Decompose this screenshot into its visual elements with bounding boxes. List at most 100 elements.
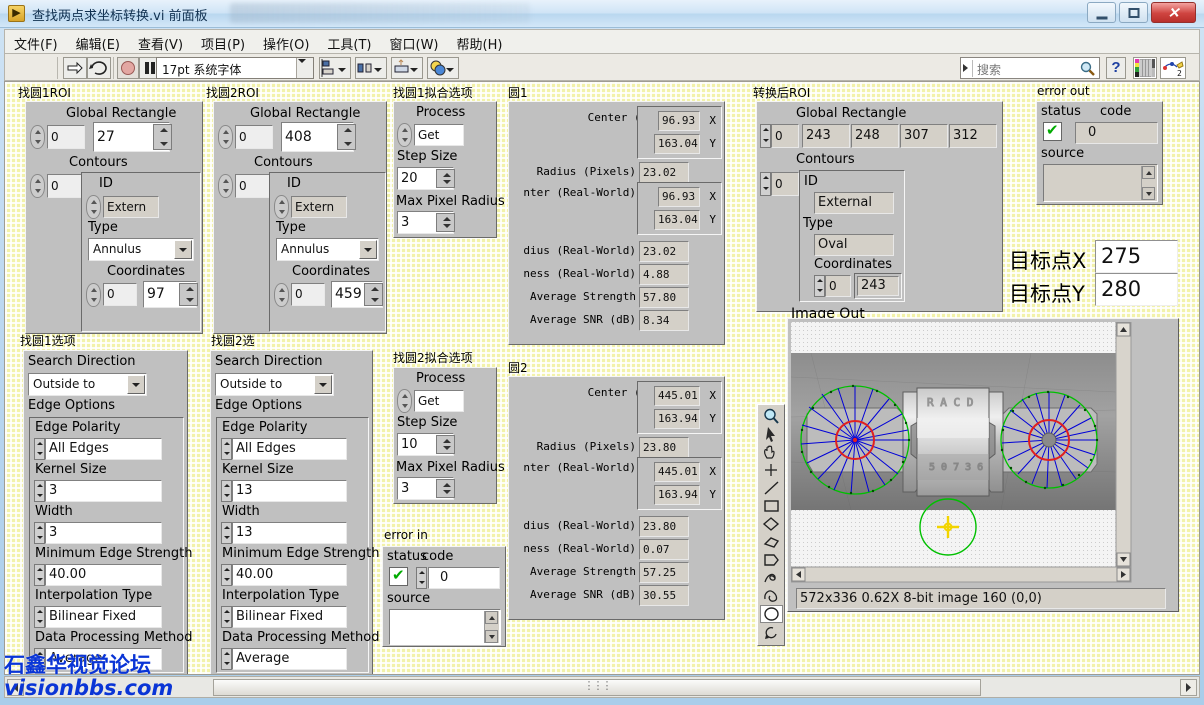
chevron-down-icon[interactable] [127,375,145,394]
reorder-objects-icon[interactable] [427,57,459,79]
zoom-icon[interactable] [760,407,783,425]
menu-item-window[interactable]: 窗口(W) [381,30,448,54]
roi2-contours-index[interactable]: 0 [235,174,273,198]
fit2-process-spinner[interactable] [397,389,412,413]
error-in-code-spinner[interactable] [416,567,427,589]
line-icon[interactable] [760,479,783,497]
point-icon[interactable] [760,461,783,479]
opt1-edge-polarity-value[interactable]: All Edges [45,438,162,460]
green-check-icon[interactable] [389,567,408,586]
fit1-process-spinner[interactable] [397,123,412,147]
roi1-contours-index[interactable]: 0 [47,174,85,198]
cursor-icon[interactable] [760,425,783,443]
opt1-kernel-size-spinner[interactable] [34,480,45,502]
error-out-source-scrollbar[interactable] [1141,166,1156,200]
close-button[interactable]: ✕ [1151,2,1196,23]
roi2-gr-index[interactable]: 0 [235,125,273,149]
roi2-contours-index-spinner[interactable] [218,174,233,198]
opt2-edge-polarity-value[interactable]: All Edges [232,438,347,460]
roi1-coord-index[interactable]: 0 [103,283,137,306]
oval-icon[interactable] [760,605,783,623]
roi2-type-combo[interactable]: Annulus [276,238,379,261]
run-arrow-icon[interactable] [63,57,87,79]
rotated-rect-icon[interactable] [760,515,783,533]
opt2-kernel-size-spinner[interactable] [221,480,232,502]
opt2-min-edge-strength-spinner[interactable] [221,564,232,586]
opt2-interpolation-spinner[interactable] [221,606,232,628]
roi2-coord-stepper[interactable] [364,283,383,306]
error-in-source-scrollbar[interactable] [484,611,499,643]
error-in-source-box[interactable] [389,609,501,645]
opt1-interpolation-value[interactable]: Bilinear Fixed [45,606,162,628]
polygon-icon[interactable] [760,533,783,551]
distribute-objects-icon[interactable] [355,57,387,79]
roi2-gr-index-spinner[interactable] [218,125,233,149]
menu-item-operate[interactable]: 操作(O) [254,30,318,54]
image-canvas[interactable]: R A C D 5 0 7 3 6 [791,322,1179,612]
rotation-icon[interactable] [760,623,783,641]
align-objects-icon[interactable] [319,57,351,79]
search-dropdown-icon[interactable] [963,64,968,72]
chevron-down-icon[interactable] [314,375,332,394]
roi1-id-value[interactable]: Extern [103,196,159,218]
opt2-data-processing-value[interactable]: Average [232,648,347,670]
chevron-down-icon[interactable] [359,240,377,259]
freehand-icon[interactable] [760,569,783,587]
fit2-step-size-stepper[interactable] [436,435,455,454]
cr-gr-index-spinner[interactable] [760,124,771,148]
search-input[interactable]: 搜索 [960,57,1100,79]
chevron-down-icon[interactable] [296,58,313,78]
broken-line-icon[interactable] [760,551,783,569]
opt2-data-processing-spinner[interactable] [221,648,232,670]
abort-stop-icon[interactable] [117,57,139,79]
menu-item-project[interactable]: 项目(P) [192,30,254,54]
chevron-down-icon[interactable] [174,240,192,259]
target-y-value[interactable]: 280 [1095,273,1178,306]
opt1-edge-polarity-spinner[interactable] [34,438,45,460]
minimize-button[interactable] [1087,2,1116,23]
fit2-max-radius-stepper[interactable] [436,479,455,498]
opt2-edge-polarity-spinner[interactable] [221,438,232,460]
opt2-search-direction-combo[interactable]: Outside to [215,373,334,396]
roi2-id-spinner[interactable] [274,195,289,219]
panel-horizontal-scrollbar[interactable] [4,676,1200,698]
annulus-icon[interactable] [760,587,783,605]
opt1-min-edge-strength-spinner[interactable] [34,564,45,586]
roi1-gr-index[interactable]: 0 [47,125,85,149]
roi1-gr-stepper[interactable] [153,124,172,150]
image-out-display[interactable]: R A C D 5 0 7 3 6 [787,318,1179,612]
opt2-width-spinner[interactable] [221,522,232,544]
roi1-contours-index-spinner[interactable] [30,174,45,198]
connector-pane-icon[interactable]: 2 [1160,57,1186,79]
fit1-max-radius-stepper[interactable] [436,213,455,232]
menu-item-help[interactable]: 帮助(H) [448,30,512,54]
fit2-process-value[interactable]: Get [414,390,464,412]
fit1-process-value[interactable]: Get [414,124,464,146]
help-button[interactable]: ? [1106,57,1126,79]
pan-hand-icon[interactable] [760,443,783,461]
opt1-min-edge-strength-value[interactable]: 40.00 [45,564,162,586]
menu-item-file[interactable]: 文件(F) [5,30,67,54]
menu-item-tools[interactable]: 工具(T) [318,30,380,54]
roi1-coord-spinner[interactable] [86,283,101,307]
roi1-gr-index-spinner[interactable] [30,125,45,149]
opt2-interpolation-value[interactable]: Bilinear Fixed [232,606,347,628]
run-continuous-icon[interactable] [87,57,111,79]
opt1-interpolation-spinner[interactable] [34,606,45,628]
opt2-width-value[interactable]: 13 [232,522,347,544]
opt1-kernel-size-value[interactable]: 3 [45,480,162,502]
cr-contours-index-spinner[interactable] [760,172,771,196]
roi1-id-spinner[interactable] [86,195,101,219]
scroll-right-icon[interactable] [1180,679,1197,696]
fit1-step-size-stepper[interactable] [436,169,455,188]
menu-item-edit[interactable]: 编辑(E) [67,30,129,54]
opt2-min-edge-strength-value[interactable]: 40.00 [232,564,347,586]
error-in-code-value[interactable]: 0 [428,567,500,589]
font-selector[interactable]: 17pt 系统字体 [156,57,314,79]
roi2-gr-stepper[interactable] [337,124,356,150]
roi2-coord-spinner[interactable] [274,283,289,307]
roi1-type-combo[interactable]: Annulus [88,238,194,261]
opt1-width-spinner[interactable] [34,522,45,544]
opt2-kernel-size-value[interactable]: 13 [232,480,347,502]
scrollbar-thumb[interactable] [213,679,981,696]
